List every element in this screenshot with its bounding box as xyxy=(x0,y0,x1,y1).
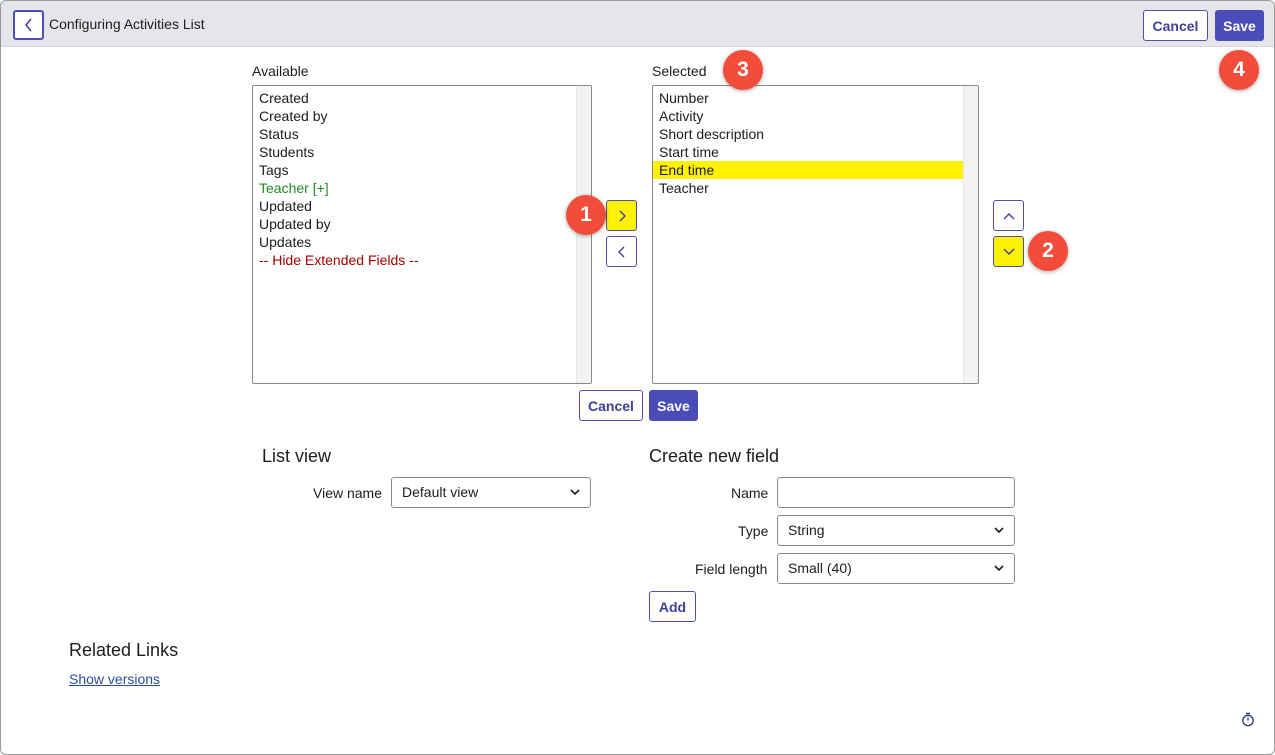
header-bar: Configuring Activities List Cancel Save xyxy=(1,1,1274,47)
field-length-select[interactable]: Small (40) xyxy=(777,553,1015,584)
view-name-select[interactable]: Default view xyxy=(391,477,591,508)
selected-item[interactable]: Short description xyxy=(653,125,963,143)
related-links-heading: Related Links xyxy=(69,640,179,660)
field-length-value: Small (40) xyxy=(788,560,852,576)
chevron-down-icon xyxy=(994,565,1004,572)
lists-cancel-button[interactable]: Cancel xyxy=(579,390,643,421)
stopwatch-icon[interactable] xyxy=(1241,712,1255,727)
window: Configuring Activities List Cancel Save … xyxy=(0,0,1275,755)
step-badge-4: 4 xyxy=(1219,50,1259,90)
chevron-up-icon xyxy=(1003,212,1014,219)
selected-scrollbar[interactable] xyxy=(963,86,978,383)
available-item[interactable]: Updated xyxy=(253,197,576,215)
available-listbox[interactable]: Created Created by Status Students Tags Teach… xyxy=(252,85,592,384)
create-field-heading: Create new field xyxy=(649,446,780,466)
selected-item[interactable]: End time xyxy=(653,161,963,179)
available-item[interactable]: Updates xyxy=(253,233,576,251)
lists-save-button[interactable]: Save xyxy=(649,390,698,421)
view-name-label: View name xyxy=(313,485,383,501)
move-down-button[interactable] xyxy=(993,236,1024,267)
chevron-right-icon xyxy=(619,210,626,221)
name-label: Name xyxy=(731,485,769,501)
add-field-button[interactable]: Add xyxy=(649,591,696,622)
available-item[interactable]: Created xyxy=(253,89,576,107)
view-name-value: Default view xyxy=(402,484,479,500)
add-to-selected-button[interactable] xyxy=(606,200,637,231)
chevron-down-icon xyxy=(1003,248,1014,255)
available-item[interactable]: Updated by xyxy=(253,215,576,233)
type-select[interactable]: String xyxy=(777,515,1015,546)
chevron-left-icon xyxy=(24,18,32,32)
available-label: Available xyxy=(252,63,309,79)
field-length-label: Field length xyxy=(695,561,768,577)
selected-item[interactable]: Teacher xyxy=(653,179,963,197)
chevron-down-icon xyxy=(570,489,580,496)
step-badge-3: 3 xyxy=(723,50,763,90)
list-view-heading: List view xyxy=(262,446,332,466)
available-item[interactable]: Tags xyxy=(253,161,576,179)
selected-item[interactable]: Number xyxy=(653,89,963,107)
header-cancel-button[interactable]: Cancel xyxy=(1143,10,1208,41)
available-item[interactable]: Created by xyxy=(253,107,576,125)
step-badge-2: 2 xyxy=(1028,231,1068,271)
move-up-button[interactable] xyxy=(993,200,1024,231)
chevron-left-icon xyxy=(617,246,624,257)
selected-item[interactable]: Start time xyxy=(653,143,963,161)
available-item[interactable]: Teacher [+] xyxy=(253,179,576,197)
available-item[interactable]: Status xyxy=(253,125,576,143)
page-title: Configuring Activities List xyxy=(49,16,205,32)
type-value: String xyxy=(788,522,825,538)
available-item[interactable]: -- Hide Extended Fields -- xyxy=(253,251,576,269)
show-versions-link[interactable]: Show versions xyxy=(69,671,160,687)
step-badge-1: 1 xyxy=(566,195,606,235)
chevron-down-icon xyxy=(994,527,1004,534)
remove-from-selected-button[interactable] xyxy=(606,236,637,267)
selected-listbox[interactable]: Number Activity Short description Start tim… xyxy=(652,85,979,384)
header-save-button[interactable]: Save xyxy=(1215,10,1264,41)
selected-label: Selected xyxy=(652,63,707,79)
available-item[interactable]: Students xyxy=(253,143,576,161)
selected-item[interactable]: Activity xyxy=(653,107,963,125)
back-button[interactable] xyxy=(13,10,44,40)
name-input[interactable] xyxy=(777,477,1015,508)
type-label: Type xyxy=(738,523,769,539)
